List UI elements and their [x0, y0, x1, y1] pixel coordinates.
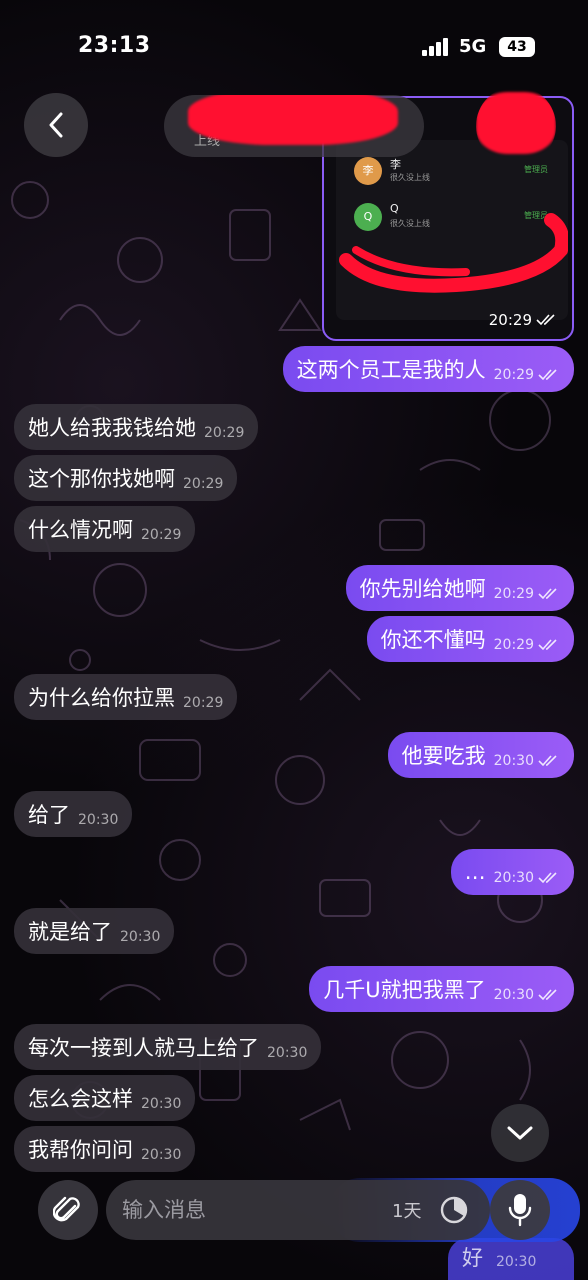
- auto-delete-label[interactable]: 1天: [392, 1197, 421, 1223]
- double-check-icon: [538, 872, 557, 884]
- message-text: 这两个员工是我的人: [296, 358, 486, 382]
- message-time: 20:29: [493, 637, 534, 653]
- outgoing-message[interactable]: 几千U就把我黑了 20:30: [309, 966, 574, 1012]
- message-time: 20:29: [489, 311, 558, 329]
- incoming-message[interactable]: 什么情况啊 20:29: [14, 506, 196, 552]
- double-check-icon: [538, 989, 557, 1001]
- message-text: 怎么会这样: [28, 1087, 133, 1111]
- double-check-icon: [536, 314, 555, 326]
- message-time: 20:30: [141, 1147, 182, 1163]
- battery-icon: 43: [499, 37, 535, 57]
- message-time: 20:30: [493, 987, 534, 1003]
- redaction-mark: [188, 95, 398, 145]
- message-text: 我帮你问问: [28, 1138, 133, 1162]
- message-time: 20:30: [493, 753, 534, 769]
- partial-message-text: 好: [462, 1246, 483, 1270]
- redaction-mark: [476, 92, 556, 154]
- microphone-icon: [508, 1194, 532, 1227]
- outgoing-message[interactable]: 你先别给她啊 20:29: [345, 565, 574, 611]
- message-text: 就是给了: [28, 920, 112, 944]
- attach-button[interactable]: [38, 1180, 98, 1240]
- incoming-message[interactable]: 怎么会这样 20:30: [14, 1075, 196, 1121]
- chat-avatar[interactable]: [476, 86, 556, 166]
- network-type: 5G: [459, 36, 487, 57]
- message-text: 什么情况啊: [28, 518, 133, 542]
- chat-title[interactable]: 李 上线: [164, 95, 424, 157]
- back-button[interactable]: [24, 93, 88, 157]
- status-time: 23:13: [78, 33, 151, 58]
- message-composer: 1天: [106, 1180, 490, 1240]
- message-time: 20:30: [78, 812, 119, 828]
- message-text: 几千U就把我黑了: [323, 978, 486, 1002]
- image-content: 李 李 很久没上线 管理员 Q Q 很久没上线 管理员: [336, 140, 568, 320]
- message-text: 他要吃我: [401, 744, 486, 768]
- outgoing-message[interactable]: … 20:30: [450, 849, 574, 895]
- paperclip-icon: [53, 1196, 80, 1222]
- message-text: 这个那你找她啊: [28, 467, 175, 491]
- outgoing-message[interactable]: 这两个员工是我的人 20:29: [282, 346, 574, 392]
- message-time: 20:29: [493, 367, 534, 383]
- message-time-text: 20:29: [488, 311, 532, 329]
- outgoing-message[interactable]: 他要吃我 20:30: [387, 732, 574, 778]
- incoming-message[interactable]: 我帮你问问 20:30: [14, 1126, 196, 1172]
- message-time: 20:30: [267, 1045, 308, 1061]
- message-time: 20:29: [183, 476, 224, 492]
- incoming-message[interactable]: 就是给了 20:30: [14, 908, 175, 954]
- message-time: 20:30: [493, 870, 534, 886]
- message-text: 每次一接到人就马上给了: [28, 1036, 259, 1060]
- chevron-left-icon: [49, 112, 63, 138]
- message-time: 20:29: [141, 527, 182, 543]
- message-text: …: [464, 860, 486, 884]
- message-time: 20:29: [493, 586, 534, 602]
- message-text: 她人给我我钱给她: [28, 416, 196, 440]
- message-text: 为什么给你拉黑: [28, 686, 175, 710]
- signal-icon: [422, 38, 452, 56]
- double-check-icon: [538, 369, 557, 381]
- redaction-scribble: [339, 213, 568, 293]
- chevron-down-icon: [507, 1126, 533, 1140]
- outgoing-message[interactable]: 你还不懂吗 20:29: [366, 616, 574, 662]
- double-check-icon: [538, 755, 557, 767]
- scroll-down-button[interactable]: [491, 1104, 549, 1162]
- message-time: 20:29: [204, 425, 245, 441]
- auto-delete-timer-icon[interactable]: [438, 1194, 470, 1226]
- message-text: 你还不懂吗: [380, 628, 486, 652]
- message-time: 20:30: [120, 929, 161, 945]
- incoming-message[interactable]: 每次一接到人就马上给了 20:30: [14, 1024, 322, 1070]
- status-bar: 23:13 5G 43: [0, 0, 588, 90]
- message-time: 20:30: [141, 1096, 182, 1112]
- message-input[interactable]: [122, 1190, 362, 1230]
- message-text: 你先别给她啊: [359, 577, 486, 601]
- partial-message-time: 20:30: [496, 1254, 537, 1270]
- incoming-message[interactable]: 为什么给你拉黑 20:29: [14, 674, 238, 720]
- message-text: 给了: [28, 803, 70, 827]
- incoming-message[interactable]: 这个那你找她啊 20:29: [14, 455, 238, 501]
- microphone-button[interactable]: [490, 1180, 550, 1240]
- incoming-message[interactable]: 给了 20:30: [14, 791, 133, 837]
- message-time: 20:29: [183, 695, 224, 711]
- battery-level: 43: [507, 39, 527, 55]
- double-check-icon: [538, 639, 557, 651]
- incoming-message[interactable]: 她人给我我钱给她 20:29: [14, 404, 259, 450]
- double-check-icon: [538, 588, 557, 600]
